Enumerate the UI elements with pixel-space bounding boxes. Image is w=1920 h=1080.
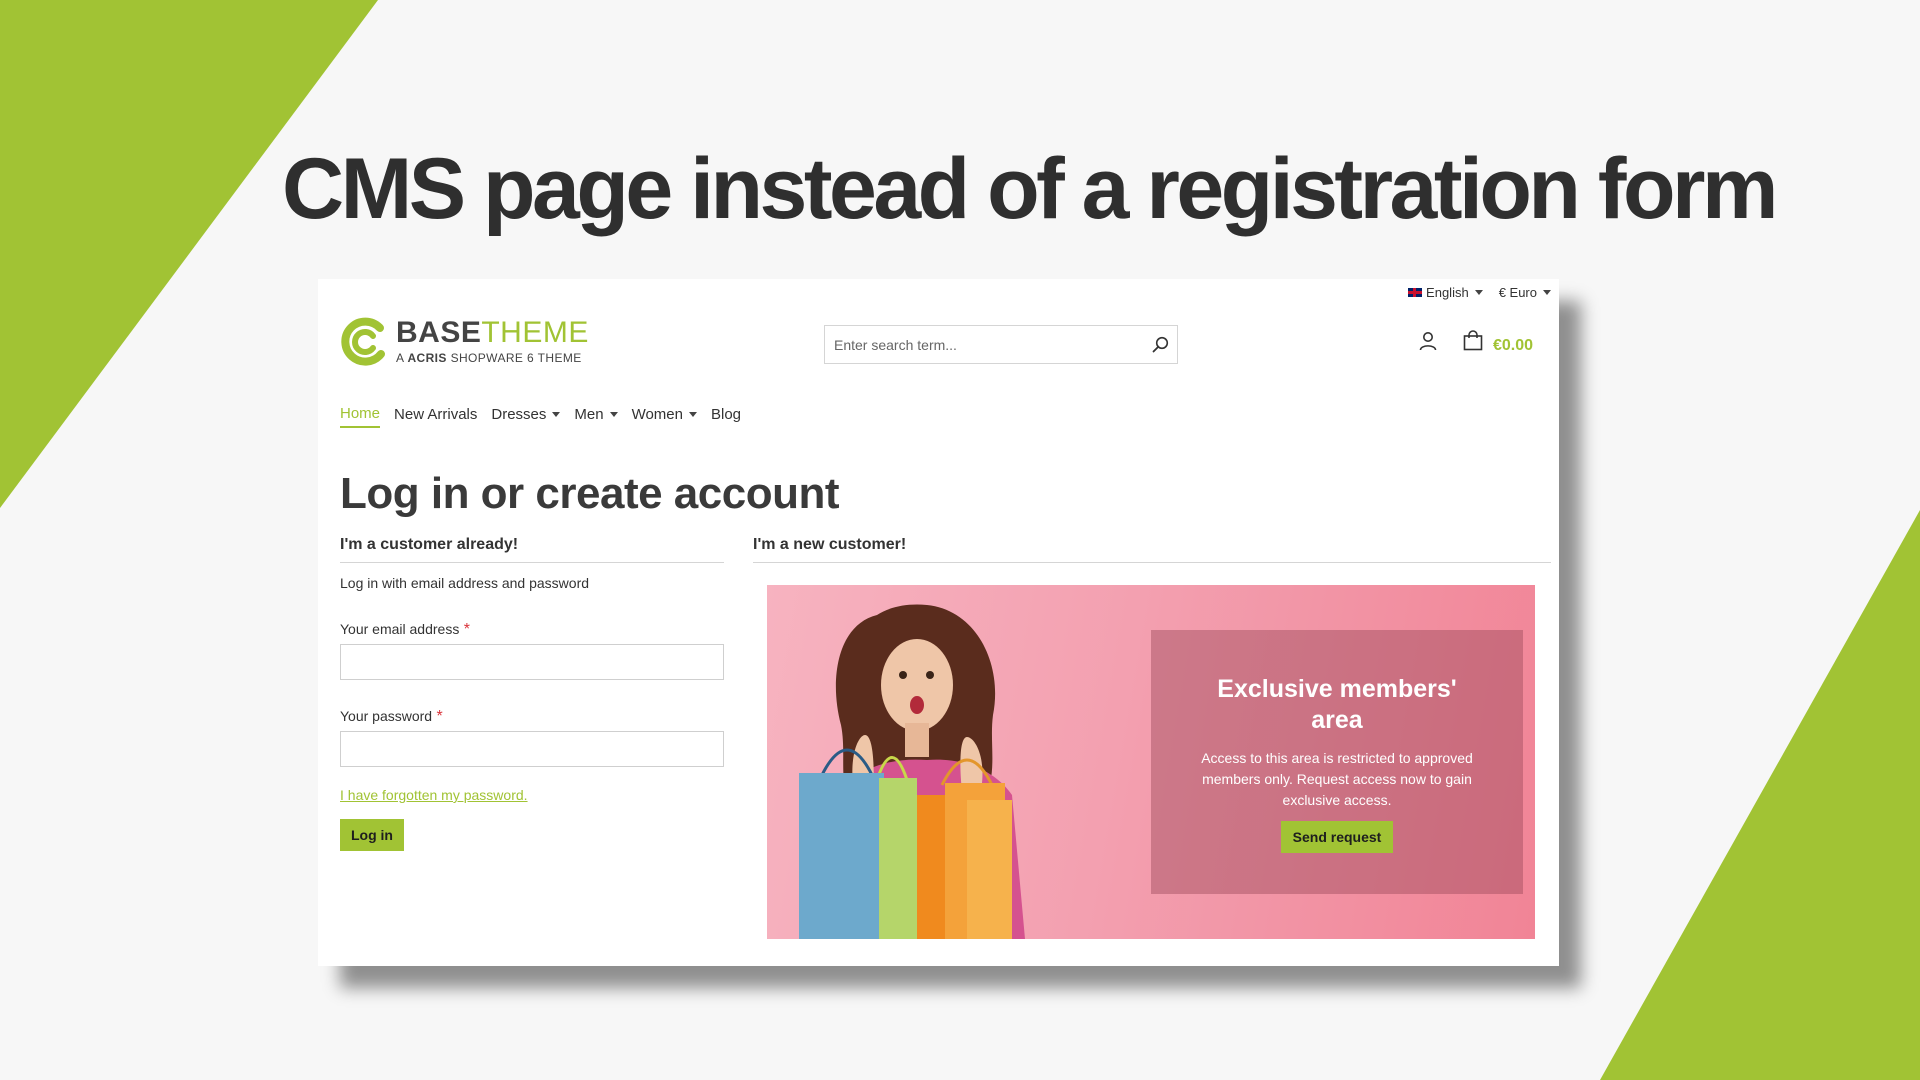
- search-button[interactable]: [1143, 336, 1177, 353]
- email-label: Your email address: [340, 621, 460, 637]
- search-bar: [824, 325, 1178, 364]
- promo-text: Access to this area is restricted to app…: [1201, 750, 1473, 808]
- main-navigation: Home New Arrivals Dresses Men Women Blog: [340, 405, 741, 428]
- register-column: I'm a new customer!: [753, 536, 1551, 563]
- login-button[interactable]: Log in: [340, 819, 404, 851]
- logo-tagline-brand: ACRIS: [407, 350, 447, 365]
- password-label: Your password: [340, 708, 433, 724]
- email-field[interactable]: [340, 644, 724, 680]
- logo-tagline-prefix: A: [396, 350, 404, 365]
- nav-item-new-arrivals[interactable]: New Arrivals: [394, 405, 477, 428]
- nav-item-label: Dresses: [491, 406, 547, 423]
- members-area-promo: Exclusive members' area Access to this a…: [1151, 630, 1523, 894]
- nav-item-label: Blog: [711, 406, 742, 423]
- slide-title: CMS page instead of a registration form: [282, 141, 1778, 237]
- shop-screenshot: English € Euro BASETHEME A ACRIS SHOPWAR…: [318, 279, 1559, 966]
- required-mark: *: [463, 621, 471, 638]
- nav-item-label: Home: [340, 405, 381, 422]
- nav-item-women[interactable]: Women: [632, 405, 697, 428]
- cart-icon[interactable]: [1463, 330, 1483, 351]
- search-input[interactable]: [825, 326, 1143, 363]
- search-icon: [1152, 336, 1168, 353]
- forgot-password-link[interactable]: I have forgotten my password.: [340, 787, 528, 803]
- members-area-banner: Exclusive members' area Access to this a…: [767, 585, 1535, 939]
- nav-item-label: Women: [631, 406, 683, 423]
- account-icon[interactable]: [1419, 331, 1437, 351]
- uk-flag-icon: [1408, 288, 1423, 297]
- language-label: English: [1426, 285, 1469, 300]
- topbar: English € Euro: [1408, 285, 1551, 300]
- login-form: I'm a customer already! Log in with emai…: [340, 536, 724, 851]
- currency-label: € Euro: [1498, 285, 1537, 300]
- required-mark: *: [436, 708, 443, 725]
- nav-item-label: Men: [574, 406, 604, 423]
- nav-item-label: New Arrivals: [394, 406, 478, 423]
- password-field[interactable]: [340, 731, 724, 767]
- send-request-button[interactable]: Send request: [1280, 821, 1394, 853]
- chevron-down-icon: [1543, 290, 1551, 295]
- logo-primary: BASE: [396, 315, 482, 349]
- page-title: Log in or create account: [340, 469, 839, 518]
- login-intro: Log in with email address and password: [340, 575, 590, 591]
- chevron-down-icon: [1474, 290, 1483, 295]
- green-corner-decoration: [1600, 510, 1920, 1080]
- nav-item-home[interactable]: Home: [340, 405, 381, 428]
- nav-item-dresses[interactable]: Dresses: [491, 405, 561, 428]
- chevron-down-icon: [609, 412, 618, 417]
- cart-total[interactable]: €0.00: [1493, 337, 1533, 355]
- login-heading: I'm a customer already!: [340, 536, 724, 563]
- nav-item-blog[interactable]: Blog: [711, 405, 741, 428]
- logo-tagline-suffix: SHOPWARE 6 THEME: [450, 350, 582, 365]
- chevron-down-icon: [552, 412, 561, 417]
- promo-title: Exclusive members' area: [1217, 675, 1457, 734]
- language-selector[interactable]: English: [1408, 285, 1483, 300]
- shopping-woman-image: [799, 604, 1025, 939]
- chevron-down-icon: [689, 412, 697, 417]
- nav-item-men[interactable]: Men: [574, 405, 618, 428]
- register-heading: I'm a new customer!: [753, 536, 1551, 563]
- currency-selector[interactable]: € Euro: [1499, 285, 1551, 300]
- logo-secondary: THEME: [481, 315, 589, 349]
- logo-icon: [341, 317, 385, 366]
- logo[interactable]: BASETHEME A ACRIS SHOPWARE 6 THEME: [340, 314, 589, 368]
